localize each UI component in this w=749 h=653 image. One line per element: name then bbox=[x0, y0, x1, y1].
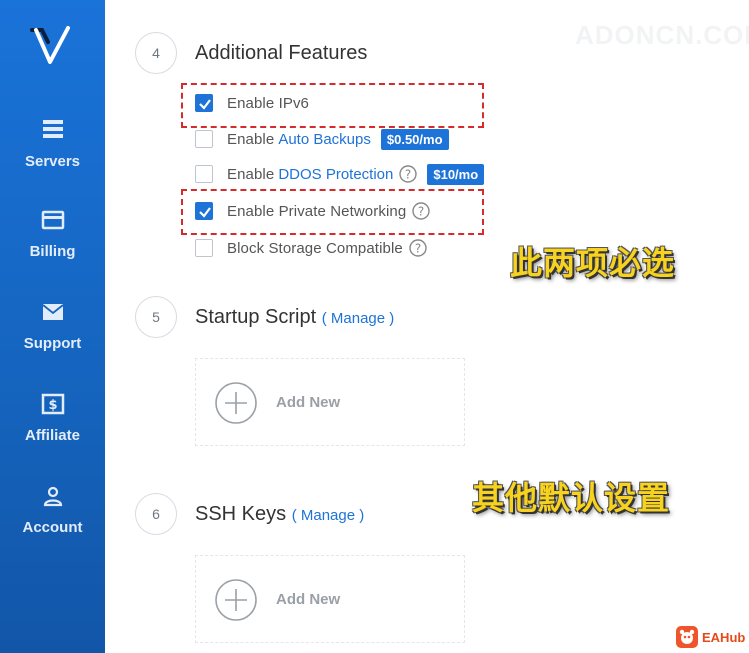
private-networking-checkbox[interactable] bbox=[195, 202, 213, 220]
sidebar-item-label: Account bbox=[22, 519, 83, 536]
brand-badge: EAHub bbox=[676, 626, 745, 648]
sidebar-item-support[interactable]: Support bbox=[0, 300, 105, 352]
step-number: 4 bbox=[135, 32, 177, 74]
sidebar-item-label: Billing bbox=[29, 243, 76, 260]
envelope-icon bbox=[41, 304, 64, 320]
sidebar-item-label: Affiliate bbox=[24, 427, 80, 444]
sidebar-item-label: Support bbox=[23, 335, 82, 352]
help-icon[interactable]: ? bbox=[409, 239, 427, 257]
sidebar-item-account[interactable]: Account bbox=[0, 484, 105, 536]
step-number: 6 bbox=[135, 493, 177, 535]
manage-link[interactable]: ( Manage ) bbox=[292, 507, 365, 524]
annotation-defaults: 其他默认设置 bbox=[472, 480, 671, 516]
section-title: Additional Features bbox=[195, 42, 368, 64]
check-icon bbox=[199, 207, 211, 218]
section-title-text: SSH Keys bbox=[195, 503, 287, 525]
servers-icon bbox=[42, 120, 63, 138]
help-icon[interactable]: ? bbox=[399, 165, 418, 183]
option-ddos-protection[interactable]: Enable DDOS Protection ? $10/mo bbox=[195, 163, 485, 185]
add-new-label: Add New bbox=[276, 591, 341, 608]
ddos-checkbox[interactable] bbox=[195, 165, 213, 183]
option-label: Enable bbox=[227, 165, 275, 183]
watermark: ADONCN.COM bbox=[575, 20, 749, 50]
user-icon bbox=[43, 486, 62, 507]
dollar-icon: $ bbox=[41, 393, 64, 415]
block-storage-checkbox[interactable] bbox=[195, 239, 213, 257]
plus-circle-icon bbox=[215, 579, 257, 621]
svg-text:?: ? bbox=[418, 205, 424, 219]
sidebar-item-label: Servers bbox=[24, 153, 81, 170]
option-label: Enable IPv6 bbox=[227, 94, 309, 112]
vultr-logo[interactable] bbox=[30, 24, 72, 68]
plus-circle-icon bbox=[215, 382, 257, 424]
brand-name: EAHub bbox=[702, 629, 746, 645]
option-label: Enable bbox=[227, 130, 275, 148]
section-title: SSH Keys ( Manage ) bbox=[195, 503, 364, 526]
sidebar-item-servers[interactable]: Servers bbox=[0, 118, 105, 170]
price-badge: $10/mo bbox=[427, 163, 485, 185]
option-label: Block Storage Compatible bbox=[227, 239, 403, 257]
svg-text:$: $ bbox=[48, 398, 57, 413]
annotation-required: 此两项必选 bbox=[510, 245, 676, 281]
section-title-text: Startup Script bbox=[195, 306, 317, 328]
option-private-networking[interactable]: Enable Private Networking ? bbox=[195, 200, 430, 222]
auto-backups-link[interactable]: Auto Backups bbox=[278, 131, 371, 148]
option-label: Enable Private Networking bbox=[227, 202, 407, 220]
sidebar-item-billing[interactable]: Billing bbox=[0, 208, 105, 260]
manage-link[interactable]: ( Manage ) bbox=[322, 310, 395, 327]
option-block-storage[interactable]: Block Storage Compatible ? bbox=[195, 237, 427, 259]
brand-logo-icon bbox=[676, 626, 698, 648]
sidebar: Servers Billing Support $ Affiliate Acco… bbox=[0, 0, 105, 653]
sidebar-item-affiliate[interactable]: $ Affiliate bbox=[0, 392, 105, 444]
check-icon bbox=[199, 99, 211, 110]
add-new-label: Add New bbox=[276, 394, 341, 411]
option-ipv6[interactable]: Enable IPv6 bbox=[195, 92, 309, 114]
option-auto-backups[interactable]: Enable Auto Backups $0.50/mo bbox=[195, 128, 449, 150]
step-number: 5 bbox=[135, 296, 177, 338]
auto-backups-checkbox[interactable] bbox=[195, 130, 213, 148]
price-badge: $0.50/mo bbox=[380, 128, 449, 150]
ipv6-checkbox[interactable] bbox=[195, 94, 213, 112]
svg-text:?: ? bbox=[415, 242, 421, 256]
credit-card-icon bbox=[41, 210, 64, 230]
main-content: ADONCN.COM 4 Additional Features Enable … bbox=[105, 0, 749, 653]
ddos-protection-link[interactable]: DDOS Protection bbox=[278, 166, 393, 183]
help-icon[interactable]: ? bbox=[412, 202, 430, 220]
svg-text:?: ? bbox=[405, 168, 411, 182]
section-title: Startup Script ( Manage ) bbox=[195, 306, 394, 329]
add-ssh-key-card[interactable]: Add New bbox=[195, 555, 465, 643]
add-startup-script-card[interactable]: Add New bbox=[195, 358, 465, 446]
